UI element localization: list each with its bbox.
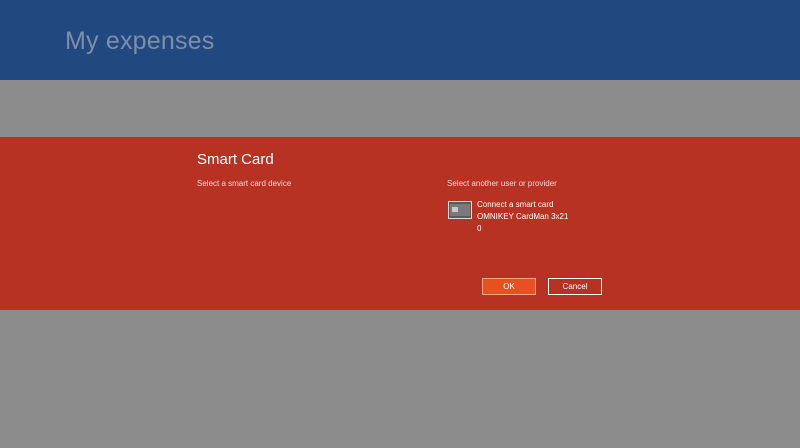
card-option-line3: 0 <box>477 224 482 233</box>
smart-card-reader-icon <box>448 201 472 219</box>
card-option-line1: Connect a smart card <box>477 200 554 209</box>
background-band-bottom <box>0 310 800 448</box>
smart-card-option-text: Connect a smart card OMNIKEY CardMan 3x2… <box>477 199 577 235</box>
card-option-line2: OMNIKEY CardMan 3x21 <box>477 212 569 221</box>
dialog-subtitle: Select a smart card device <box>197 179 292 188</box>
ok-button[interactable]: OK <box>482 278 536 295</box>
smart-card-dialog: Smart Card Select a smart card device Se… <box>0 137 800 310</box>
smart-card-option[interactable]: Connect a smart card OMNIKEY CardMan 3x2… <box>447 199 587 239</box>
cancel-button[interactable]: Cancel <box>548 278 602 295</box>
app-header: My expenses <box>0 0 800 80</box>
select-another-provider-link[interactable]: Select another user or provider <box>447 179 557 188</box>
background-band-top <box>0 80 800 137</box>
dialog-title: Smart Card <box>197 151 274 168</box>
app-title: My expenses <box>65 27 215 55</box>
